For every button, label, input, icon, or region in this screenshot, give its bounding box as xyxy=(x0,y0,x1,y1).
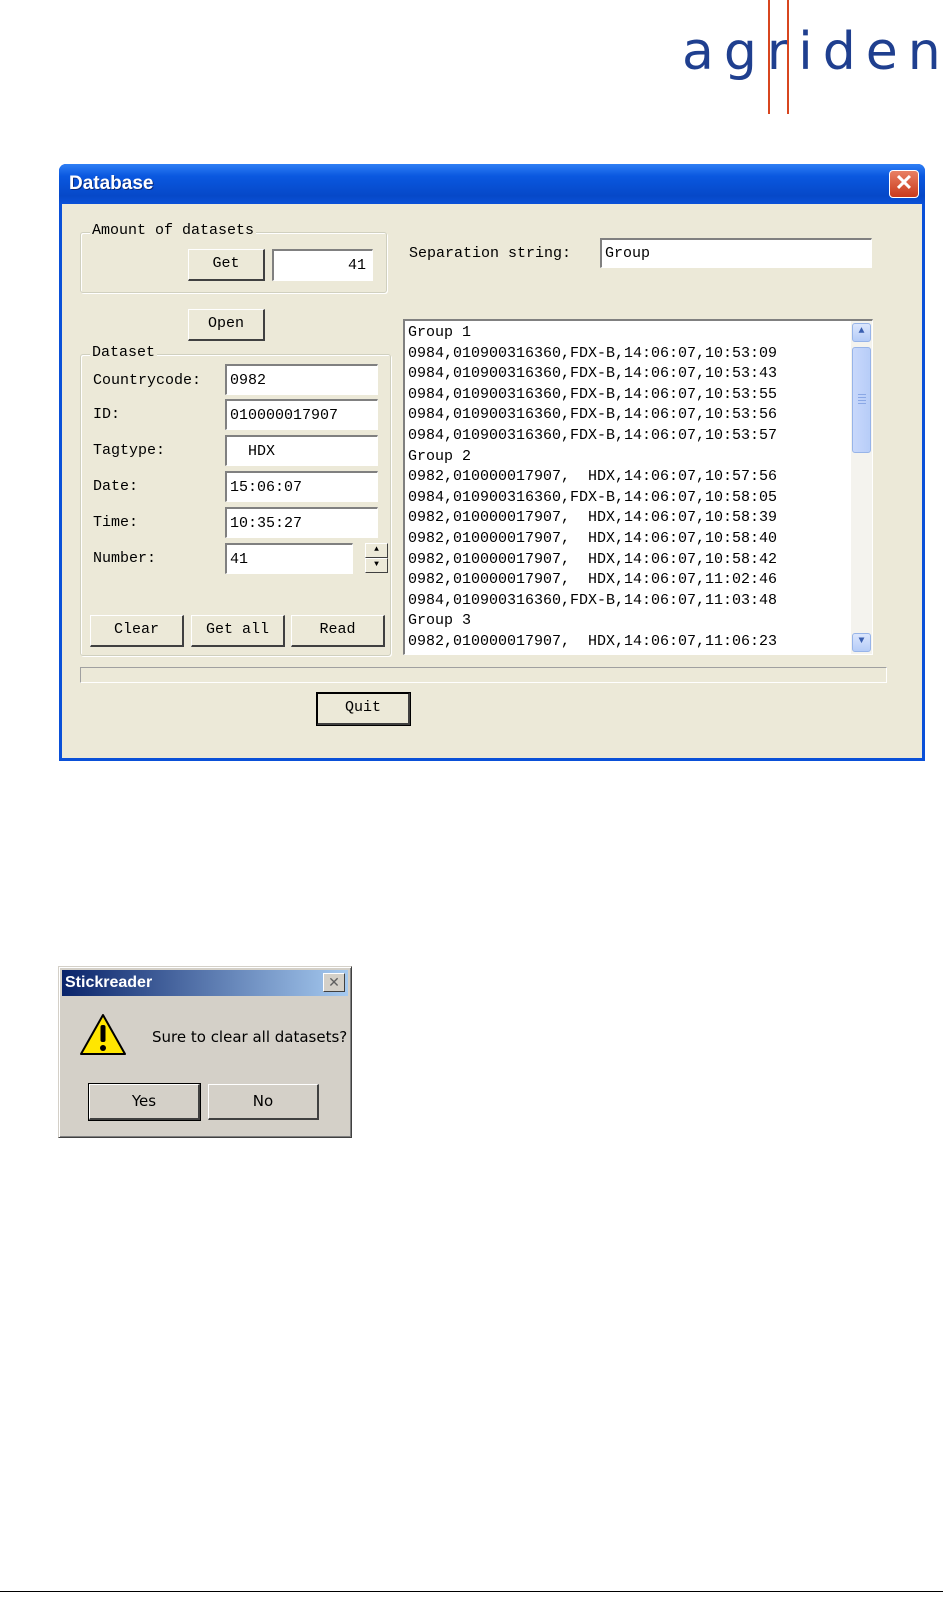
database-window: Database ✕ Amount of datasets Get 41 Sep… xyxy=(59,164,925,761)
scroll-thumb[interactable] xyxy=(852,347,871,453)
records-listbox[interactable]: Group 1 0984,010900316360,FDX-B,14:06:07,… xyxy=(403,319,873,655)
footer-rule xyxy=(0,1591,943,1592)
record-line[interactable]: 0984,010900316360,FDX-B,14:06:07,10:53:5… xyxy=(408,426,777,447)
open-button[interactable]: Open xyxy=(188,309,265,341)
date-label: Date: xyxy=(93,478,139,495)
stickreader-dialog: Stickreader ✕ Sure to clear all datasets… xyxy=(58,966,352,1138)
status-bar xyxy=(80,667,887,683)
no-button[interactable]: No xyxy=(208,1084,319,1120)
record-line[interactable]: 0984,010900316360,FDX-B,14:06:07,11:03:4… xyxy=(408,591,777,612)
spin-up-icon[interactable]: ▲ xyxy=(365,543,388,558)
logo-line xyxy=(787,0,789,114)
dataset-legend: Dataset xyxy=(90,344,158,361)
read-button[interactable]: Read xyxy=(291,615,385,647)
record-line[interactable]: 0982,010000017907, HDX,14:06:07,10:58:39 xyxy=(408,508,777,529)
time-label: Time: xyxy=(93,514,139,531)
quit-button[interactable]: Quit xyxy=(316,692,411,726)
record-line[interactable]: 0984,010900316360,FDX-B,14:06:07,10:53:5… xyxy=(408,405,777,426)
get-all-button[interactable]: Get all xyxy=(191,615,285,647)
record-line[interactable]: Group 1 xyxy=(408,323,777,344)
id-field[interactable]: 010000017907 xyxy=(225,399,378,430)
close-icon[interactable]: ✕ xyxy=(889,170,919,198)
number-spinner[interactable]: ▲ ▼ xyxy=(365,543,388,574)
get-button[interactable]: Get xyxy=(188,249,265,281)
countrycode-label: Countrycode: xyxy=(93,372,202,389)
tagtype-label: Tagtype: xyxy=(93,442,166,459)
record-line[interactable]: 0984,010900316360,FDX-B,14:06:07,10:53:4… xyxy=(408,364,777,385)
agrident-logo: agrident xyxy=(682,0,943,115)
amount-legend: Amount of datasets xyxy=(90,222,257,239)
scroll-down-icon[interactable]: ▼ xyxy=(852,633,871,652)
dataset-count-field[interactable]: 41 xyxy=(272,249,373,281)
scroll-up-icon[interactable]: ▲ xyxy=(852,323,871,342)
tagtype-field[interactable]: HDX xyxy=(225,435,378,466)
record-line[interactable]: Group 2 xyxy=(408,447,777,468)
record-line[interactable]: 0982,010000017907, HDX,14:06:07,10:57:56 xyxy=(408,467,777,488)
record-line[interactable]: 0984,010900316360,FDX-B,14:06:07,10:58:0… xyxy=(408,488,777,509)
number-label: Number: xyxy=(93,550,157,567)
clear-button[interactable]: Clear xyxy=(90,615,184,647)
number-field[interactable]: 41 xyxy=(225,543,353,574)
dialog-title-bar[interactable]: Stickreader ✕ xyxy=(62,970,348,996)
logo-line xyxy=(768,0,770,114)
countrycode-field[interactable]: 0982 xyxy=(225,364,378,395)
yes-button[interactable]: Yes xyxy=(88,1083,201,1121)
dialog-message: Sure to clear all datasets? xyxy=(152,1028,348,1046)
window-client: Amount of datasets Get 41 Separation str… xyxy=(62,204,922,758)
separation-label: Separation string: xyxy=(409,245,572,262)
id-label: ID: xyxy=(93,406,121,423)
record-line[interactable]: 0982,010000017907, HDX,14:06:07,10:58:42 xyxy=(408,550,777,571)
window-title: Database xyxy=(69,173,154,194)
dialog-title: Stickreader xyxy=(65,974,153,991)
record-line[interactable]: 0982,010000017907, HDX,14:06:07,11:06:23 xyxy=(408,632,777,653)
record-line[interactable]: 0984,010900316360,FDX-B,14:06:07,10:53:5… xyxy=(408,385,777,406)
vertical-scrollbar[interactable]: ▲ ▼ xyxy=(851,321,872,654)
record-line[interactable]: Group 3 xyxy=(408,611,777,632)
record-line[interactable]: 0982,010000017907, HDX,14:06:07,11:02:46 xyxy=(408,570,777,591)
separation-input[interactable]: Group xyxy=(600,238,872,268)
logo-text: agrident xyxy=(682,22,943,82)
warning-icon xyxy=(80,1014,126,1055)
grip-icon xyxy=(858,394,866,395)
close-icon[interactable]: ✕ xyxy=(323,973,345,992)
record-line[interactable]: 0982,010000017907, HDX,14:06:07,10:58:40 xyxy=(408,529,777,550)
record-line[interactable]: 0984,010900316360,FDX-B,14:06:07,10:53:0… xyxy=(408,344,777,365)
records-lines: Group 1 0984,010900316360,FDX-B,14:06:07,… xyxy=(408,323,777,653)
time-field[interactable]: 10:35:27 xyxy=(225,507,378,538)
title-bar[interactable]: Database ✕ xyxy=(59,164,925,204)
date-field[interactable]: 15:06:07 xyxy=(225,471,378,502)
spin-down-icon[interactable]: ▼ xyxy=(365,558,388,573)
